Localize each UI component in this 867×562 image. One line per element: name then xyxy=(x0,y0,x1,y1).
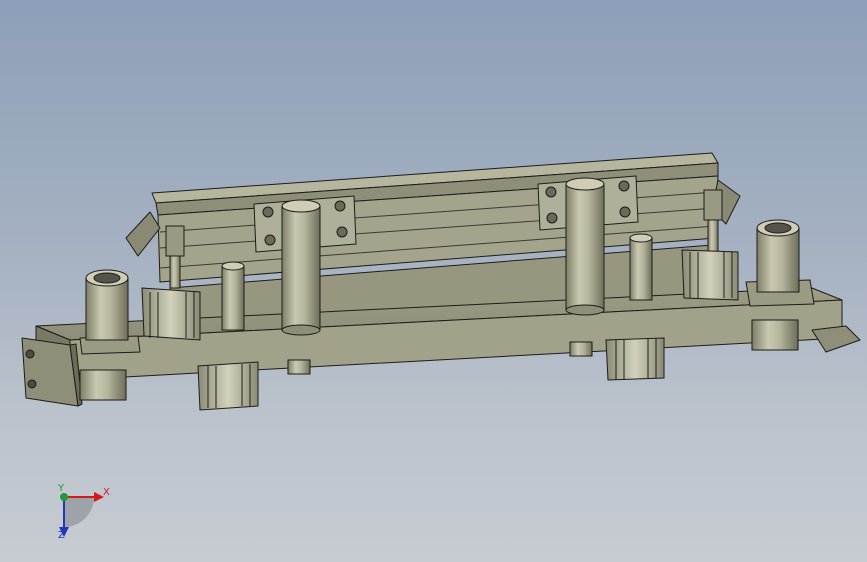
graphics-viewport[interactable]: X Y Z xyxy=(0,0,867,562)
locating-pin-left xyxy=(221,261,245,331)
x-axis-label: X xyxy=(103,487,110,498)
z-axis-label: Z xyxy=(58,530,65,541)
locating-pin-right xyxy=(629,233,653,301)
y-axis-label: Y xyxy=(58,483,65,494)
cad-model-view[interactable] xyxy=(0,0,867,562)
y-axis-dot xyxy=(60,493,68,501)
coordinate-triad xyxy=(59,492,104,537)
air-cylinder-bottom-right xyxy=(605,337,665,381)
air-cylinder-bottom-left xyxy=(197,361,259,411)
